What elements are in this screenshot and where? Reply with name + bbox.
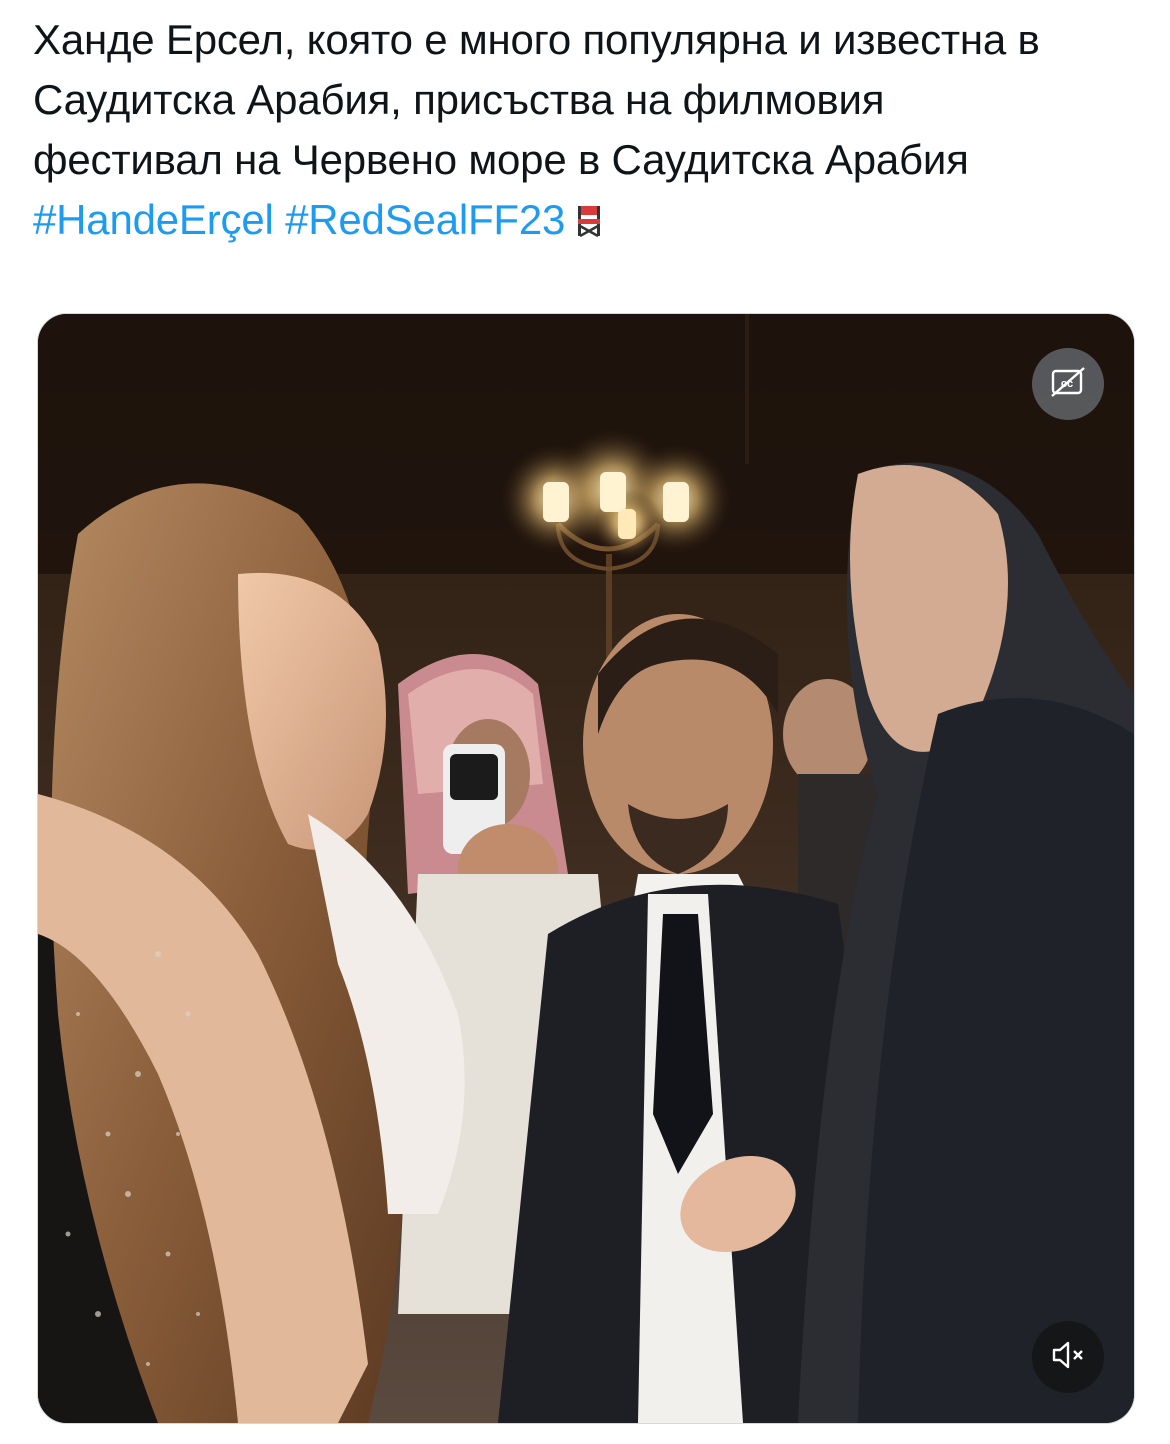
speaker-muted-icon — [1050, 1339, 1086, 1376]
tweet-text-line-3: фестивал на Червено море в Саудитска Ара… — [33, 136, 969, 183]
tweet-text-line-2: Саудитска Арабия, присъства на филмовия — [33, 76, 885, 123]
tweet-text-line-1: Ханде Ерсел, която е много популярна и и… — [33, 16, 1040, 63]
video-frame — [38, 314, 1134, 1423]
video-player[interactable]: cc — [37, 313, 1135, 1424]
director-chair-icon — [575, 194, 603, 254]
mute-toggle-button[interactable] — [1032, 1321, 1104, 1393]
tweet-text: Ханде Ерсел, която е много популярна и и… — [33, 10, 1143, 254]
captions-off-icon: cc — [1050, 366, 1086, 403]
hashtag-hande-ercel[interactable]: #HandeErçel — [33, 196, 274, 243]
tweet-hashtag-line: #HandeErçel #RedSealFF23 — [33, 190, 1143, 254]
hashtag-red-seal-ff23[interactable]: #RedSealFF23 — [285, 196, 565, 243]
captions-toggle-button[interactable]: cc — [1032, 348, 1104, 420]
